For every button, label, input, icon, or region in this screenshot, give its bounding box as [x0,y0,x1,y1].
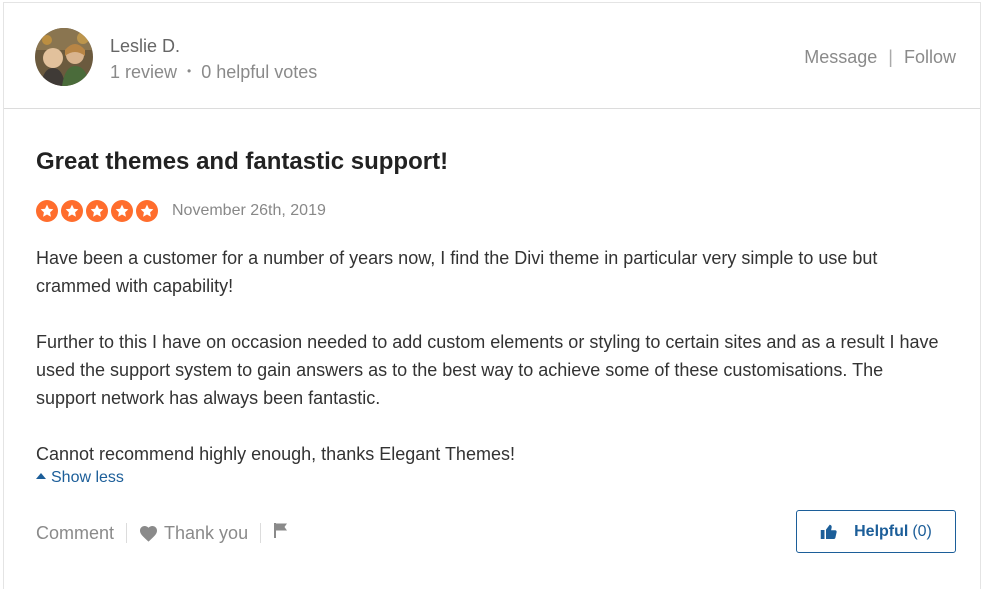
meta-separator: • [187,64,192,78]
star-icon [111,200,133,222]
comment-button[interactable]: Comment [36,523,114,544]
review-footer-actions: Comment Thank you [36,521,289,545]
caret-up-icon [36,473,46,479]
star-icon [136,200,158,222]
show-less-link[interactable]: Show less [36,469,124,487]
review-body: Have been a customer for a number of yea… [36,244,946,468]
reviewer-header: Leslie D. 1 review • 0 helpful votes Messa… [4,3,980,109]
star-icon [61,200,83,222]
header-actions: Message | Follow [804,47,956,68]
star-icon [86,200,108,222]
action-separator: | [888,47,893,67]
review-paragraph: Have been a customer for a number of yea… [36,248,878,296]
reviewer-name[interactable]: Leslie D. [110,36,180,57]
footer-divider [260,523,262,543]
rating-row: November 26th, 2019 [36,199,326,223]
show-less-label: Show less [51,469,124,486]
thank-you-label: Thank you [164,522,249,543]
footer-divider [126,523,128,543]
review-title: Great themes and fantastic support! [36,148,449,175]
follow-link[interactable]: Follow [904,47,956,67]
avatar[interactable] [35,28,93,86]
star-icon [36,200,58,222]
review-count: 1 review [110,62,178,82]
thumbs-up-icon [820,524,837,539]
review-date: November 26th, 2019 [172,202,326,219]
flag-icon[interactable] [273,522,289,544]
helpful-button[interactable]: Helpful (0) [796,510,956,553]
reviewer-stats: 1 review • 0 helpful votes [110,62,317,83]
message-link[interactable]: Message [804,47,877,67]
heart-icon [140,525,158,542]
thank-you-button[interactable]: Thank you [139,523,248,544]
review-card: Leslie D. 1 review • 0 helpful votes Messa… [3,2,981,589]
helpful-count: (0) [912,522,932,540]
review-paragraph: Further to this I have on occasion neede… [36,332,939,408]
helpful-votes: 0 helpful votes [201,62,318,82]
review-paragraph: Cannot recommend highly enough, thanks E… [36,444,515,464]
helpful-label: Helpful [854,522,909,540]
